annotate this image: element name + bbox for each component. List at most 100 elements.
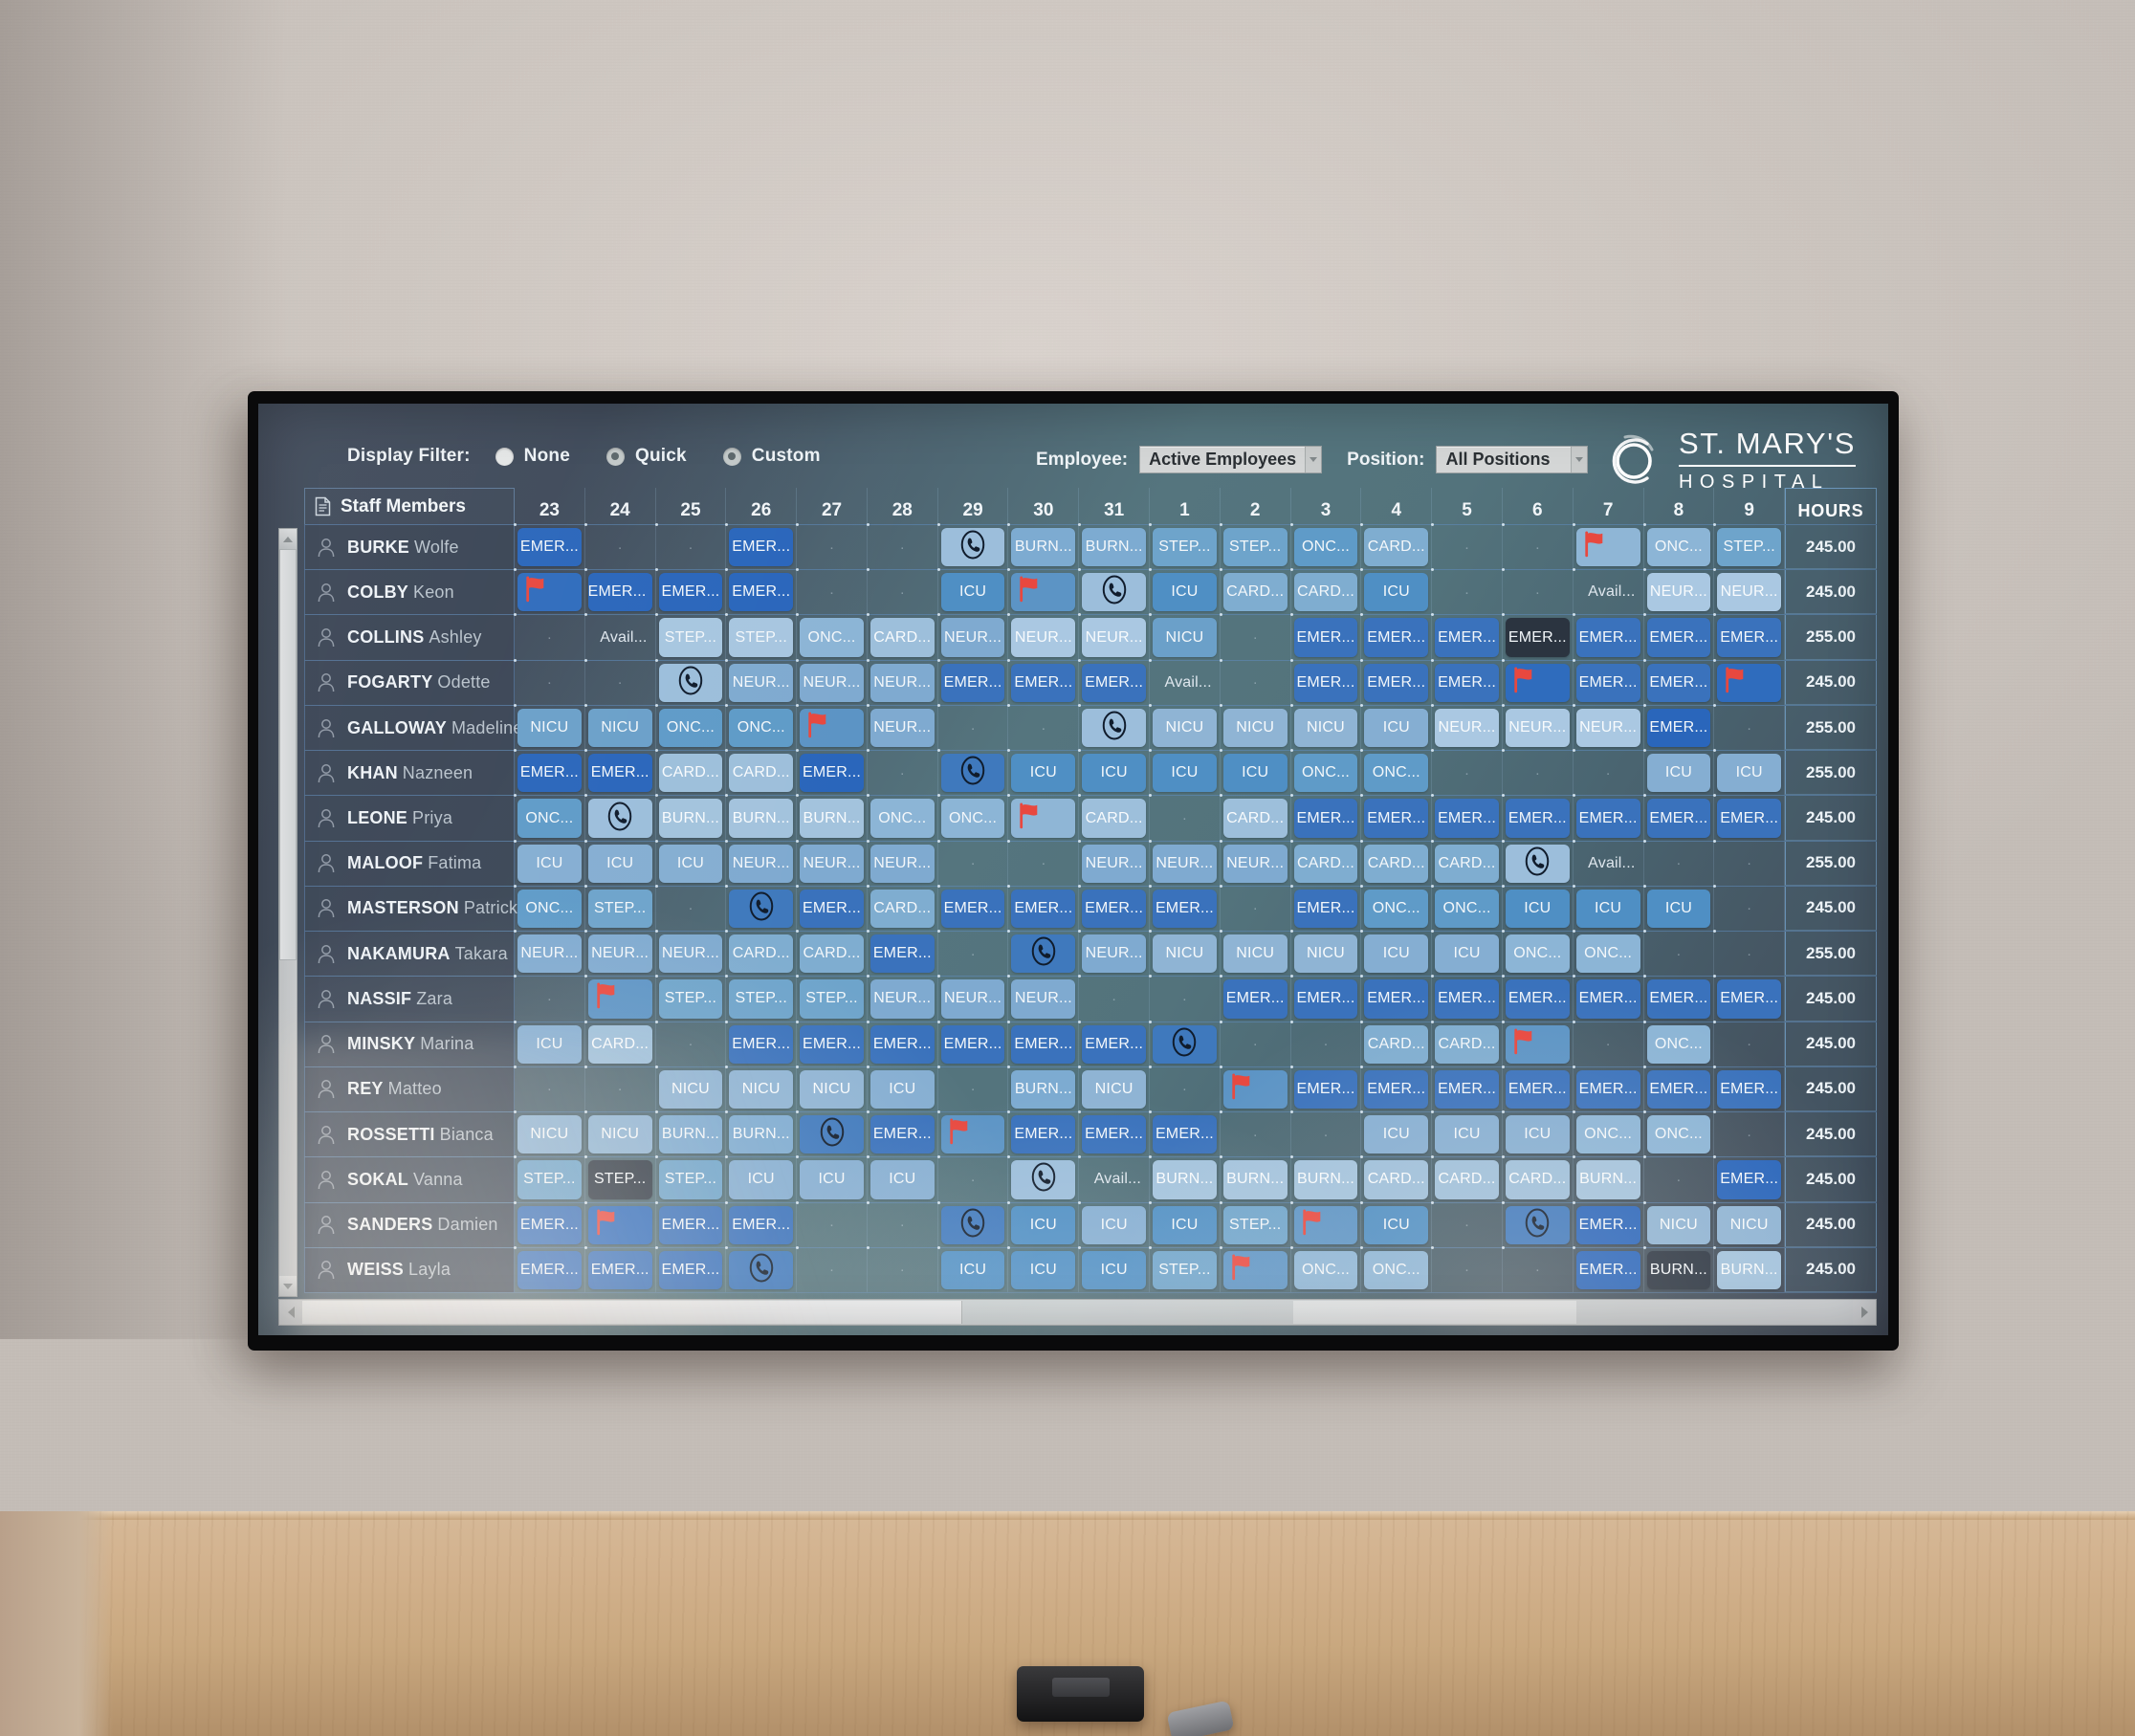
- shift-cell[interactable]: ·: [1431, 568, 1503, 615]
- shift-chip[interactable]: CARD...: [1222, 573, 1288, 612]
- shift-cell[interactable]: ICU: [1149, 1200, 1221, 1247]
- shift-chip[interactable]: ONC...: [1364, 754, 1429, 793]
- shift-chip[interactable]: EMER...: [1505, 618, 1570, 657]
- shift-chip[interactable]: NICU: [1646, 1205, 1711, 1244]
- shift-cell[interactable]: ·: [1501, 1245, 1574, 1292]
- shift-cell[interactable]: ·: [654, 1020, 727, 1066]
- shift-chip[interactable]: ONC...: [1293, 1250, 1358, 1289]
- staff-name-cell[interactable]: MINSKY Marina: [304, 1022, 515, 1066]
- shift-cell[interactable]: ONC...: [1289, 749, 1362, 796]
- shift-chip[interactable]: EMER...: [1435, 663, 1499, 702]
- shift-cell[interactable]: ·: [1572, 1020, 1644, 1066]
- shift-cell[interactable]: ·: [866, 568, 938, 615]
- shift-cell[interactable]: ICU: [866, 1155, 938, 1202]
- shift-cell[interactable]: NICU: [1078, 1065, 1151, 1112]
- shift-cell[interactable]: NEUR...: [1007, 975, 1080, 1022]
- shift-cell[interactable]: ONC...: [1360, 884, 1433, 932]
- staff-name-cell[interactable]: SOKAL Vanna: [304, 1157, 515, 1202]
- shift-cell[interactable]: [1289, 1200, 1362, 1247]
- shift-cell[interactable]: ·: [796, 523, 868, 570]
- shift-cell[interactable]: EMER...: [1572, 975, 1644, 1022]
- shift-chip[interactable]: EMER...: [587, 1250, 652, 1289]
- shift-cell[interactable]: CARD...: [1219, 794, 1291, 841]
- shift-chip[interactable]: NEUR...: [1575, 708, 1640, 748]
- shift-chip[interactable]: EMER...: [869, 1115, 935, 1154]
- shift-chip[interactable]: EMER...: [1364, 1069, 1429, 1110]
- shift-cell[interactable]: ICU: [1078, 749, 1151, 796]
- shift-chip[interactable]: ICU: [1575, 889, 1640, 929]
- shift-cell[interactable]: ONC...: [1572, 1110, 1644, 1157]
- shift-chip[interactable]: NEUR...: [1011, 618, 1076, 657]
- shift-cell[interactable]: [583, 1200, 656, 1247]
- shift-cell[interactable]: EMER...: [1501, 1065, 1574, 1112]
- shift-chip[interactable]: EMER...: [1222, 979, 1288, 1019]
- shift-chip[interactable]: EMER...: [1717, 799, 1782, 838]
- shift-cell[interactable]: ONC...: [514, 884, 585, 932]
- horizontal-scrollbar-track-segment[interactable]: [1293, 1301, 1576, 1324]
- shift-cell[interactable]: ONC...: [654, 703, 727, 751]
- shift-chip[interactable]: EMER...: [1293, 663, 1358, 702]
- shift-chip[interactable]: EMER...: [1435, 979, 1499, 1019]
- shift-cell[interactable]: NEUR...: [583, 930, 656, 977]
- shift-cell[interactable]: ·: [796, 1245, 868, 1292]
- shift-cell[interactable]: STEP...: [654, 613, 727, 660]
- shift-chip[interactable]: ICU: [1153, 754, 1217, 793]
- shift-cell[interactable]: ·: [1713, 930, 1786, 977]
- shift-cell[interactable]: ONC...: [796, 613, 868, 660]
- shift-chip[interactable]: BURN...: [658, 1115, 723, 1154]
- shift-chip[interactable]: NEUR...: [940, 618, 1005, 657]
- shift-cell[interactable]: ICU: [866, 1065, 938, 1112]
- shift-chip[interactable]: BURN...: [1575, 1160, 1640, 1199]
- shift-cell[interactable]: [936, 749, 1009, 796]
- shift-chip[interactable]: EMER...: [1364, 663, 1429, 702]
- staff-name-cell[interactable]: MASTERSON Patrick: [304, 886, 517, 932]
- shift-chip[interactable]: ICU: [1364, 934, 1429, 974]
- staff-name-cell[interactable]: MALOOF Fatima: [304, 841, 515, 886]
- shift-cell[interactable]: ·: [936, 703, 1009, 751]
- shift-cell[interactable]: EMER...: [725, 1020, 798, 1066]
- shift-chip[interactable]: EMER...: [1082, 1024, 1147, 1064]
- day-header[interactable]: 5: [1432, 488, 1503, 524]
- shift-cell[interactable]: BURN...: [1642, 1245, 1715, 1292]
- shift-chip[interactable]: EMER...: [729, 1024, 794, 1064]
- shift-cell[interactable]: ·: [1149, 975, 1221, 1022]
- shift-cell[interactable]: BURN...: [654, 1110, 727, 1157]
- shift-chip[interactable]: BURN...: [1011, 528, 1076, 567]
- staff-name-cell[interactable]: COLBY Keon: [304, 570, 515, 615]
- day-header[interactable]: 4: [1361, 488, 1433, 524]
- shift-cell[interactable]: CARD...: [1501, 1155, 1574, 1202]
- shift-chip[interactable]: NEUR...: [517, 934, 582, 974]
- shift-cell[interactable]: NEUR...: [936, 613, 1009, 660]
- shift-cell[interactable]: ICU: [1360, 1200, 1433, 1247]
- shift-cell[interactable]: NEUR...: [1149, 839, 1221, 886]
- shift-chip[interactable]: CARD...: [869, 889, 935, 929]
- shift-cell[interactable]: EMER...: [1713, 1155, 1786, 1202]
- shift-chip[interactable]: [940, 1205, 1005, 1244]
- shift-chip[interactable]: ICU: [1364, 1205, 1429, 1244]
- shift-chip[interactable]: ONC...: [517, 889, 582, 929]
- shift-cell[interactable]: ONC...: [514, 794, 585, 841]
- shift-chip[interactable]: ICU: [940, 1250, 1005, 1289]
- shift-chip[interactable]: BURN...: [1011, 1069, 1076, 1110]
- day-header[interactable]: 28: [868, 488, 938, 524]
- shift-cell[interactable]: EMER...: [1360, 975, 1433, 1022]
- shift-chip[interactable]: EMER...: [1575, 1069, 1640, 1110]
- staff-name-cell[interactable]: REY Matteo: [304, 1066, 515, 1112]
- shift-chip[interactable]: EMER...: [1575, 1205, 1640, 1244]
- shift-chip[interactable]: STEP...: [1222, 528, 1288, 567]
- shift-cell[interactable]: ·: [866, 1200, 938, 1247]
- shift-chip[interactable]: NICU: [587, 1115, 652, 1154]
- shift-chip[interactable]: EMER...: [1717, 1160, 1782, 1199]
- shift-chip[interactable]: EMER...: [1082, 1115, 1147, 1154]
- shift-cell[interactable]: CARD...: [1360, 839, 1433, 886]
- shift-cell[interactable]: ·: [1007, 839, 1080, 886]
- shift-chip[interactable]: EMER...: [1575, 618, 1640, 657]
- shift-cell[interactable]: [1713, 658, 1786, 705]
- shift-cell[interactable]: ·: [1289, 1020, 1362, 1066]
- shift-chip[interactable]: EMER...: [1435, 799, 1499, 838]
- shift-cell[interactable]: NICU: [514, 1110, 585, 1157]
- shift-chip[interactable]: CARD...: [1364, 844, 1429, 883]
- day-header[interactable]: 25: [656, 488, 727, 524]
- shift-cell[interactable]: EMER...: [725, 523, 798, 570]
- shift-cell[interactable]: EMER...: [1572, 1065, 1644, 1112]
